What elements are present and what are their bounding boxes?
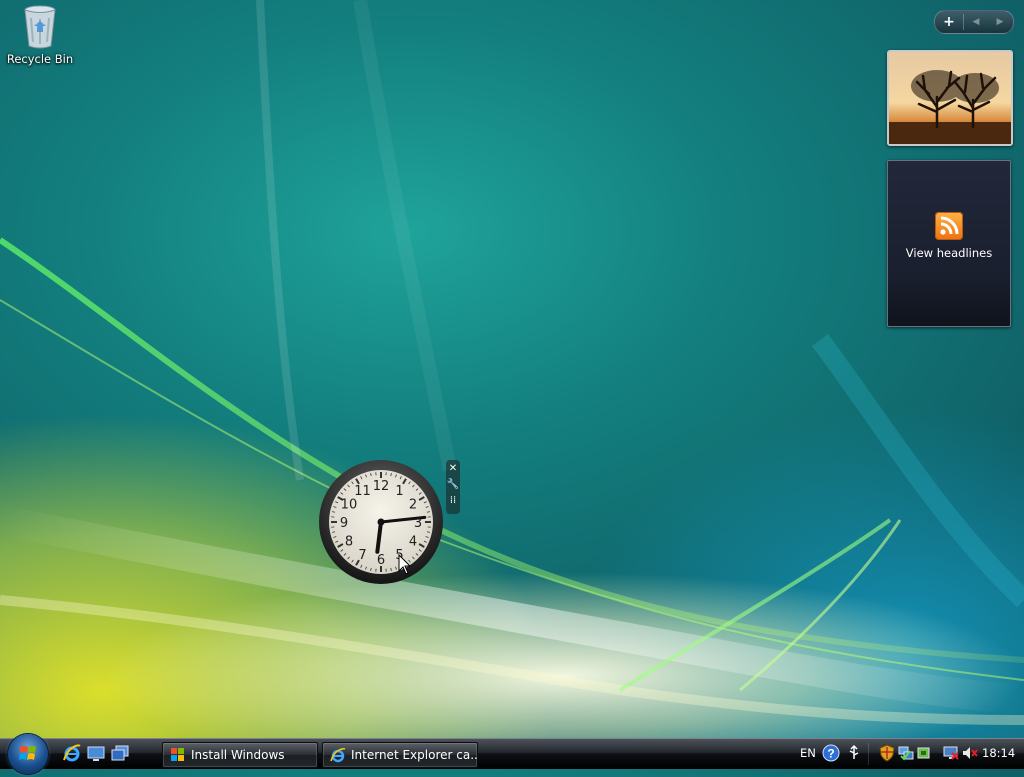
switch-windows-icon[interactable]: [110, 743, 130, 763]
clock-numeral: 12: [373, 479, 390, 494]
clock-numeral: 9: [340, 516, 348, 531]
clock-gadget[interactable]: 121234567891011: [318, 459, 444, 585]
desktop-icon-recycle-bin[interactable]: Recycle Bin: [6, 2, 74, 66]
monitor-x-icon[interactable]: [942, 744, 960, 762]
taskbar-clock[interactable]: 18:14: [982, 746, 1015, 760]
rss-icon: [935, 212, 963, 240]
taskbar-button-label: Internet Explorer ca...: [351, 748, 478, 762]
sidebar-prev-button[interactable]: ◀: [964, 17, 988, 27]
sidebar-next-button[interactable]: ▶: [988, 17, 1012, 27]
clock-numeral: 10: [341, 498, 358, 513]
slideshow-gadget[interactable]: [887, 50, 1013, 146]
clock-numeral: 8: [345, 535, 353, 550]
network-icon[interactable]: [897, 744, 915, 762]
power-icon[interactable]: [915, 744, 933, 762]
clock-gadget-tools: ✕ 🔧 ⁞⁞: [446, 460, 460, 514]
show-desktop-icon[interactable]: [86, 743, 106, 763]
volume-muted-icon[interactable]: [961, 744, 979, 762]
sidebar-controls: + ◀ ▶: [934, 10, 1014, 34]
clock-numeral: 11: [354, 484, 371, 499]
view-headlines-label: View headlines: [888, 246, 1010, 260]
close-icon[interactable]: ✕: [446, 460, 460, 476]
add-gadget-button[interactable]: +: [935, 14, 964, 30]
mouse-cursor-icon: [398, 554, 412, 579]
security-shield-icon[interactable]: [878, 744, 896, 762]
windows-start-orb-icon[interactable]: [8, 734, 48, 774]
trees-photo: [889, 52, 1011, 144]
internet-explorer-icon: [330, 747, 346, 763]
taskbar-button-internet-explorer[interactable]: Internet Explorer ca...: [322, 742, 478, 768]
clock-numeral: 2: [409, 498, 417, 513]
taskbar-button-install-windows[interactable]: Install Windows: [162, 742, 318, 768]
wrench-icon[interactable]: 🔧: [446, 476, 460, 492]
clock-numeral: 7: [358, 548, 366, 563]
svg-text:?: ?: [827, 747, 834, 761]
taskbar: Install Windows Internet Explorer ca... …: [0, 738, 1024, 769]
tray-separator: [868, 743, 869, 765]
language-indicator[interactable]: EN: [800, 746, 816, 760]
recycle-bin-label: Recycle Bin: [6, 52, 74, 66]
clock-center: [378, 519, 385, 526]
usb-icon[interactable]: [845, 744, 863, 762]
drag-grip-icon[interactable]: ⁞⁞: [446, 492, 460, 508]
internet-explorer-icon[interactable]: [62, 743, 82, 763]
help-icon[interactable]: ?: [822, 744, 840, 762]
wallpaper-swooshes: [0, 0, 1024, 768]
windows-logo-icon: [170, 747, 186, 763]
feed-headlines-gadget[interactable]: View headlines: [887, 160, 1011, 327]
recycle-bin-icon: [20, 2, 60, 50]
taskbar-button-label: Install Windows: [191, 748, 285, 762]
clock-numeral: 6: [377, 553, 385, 568]
clock-numeral: 4: [409, 535, 417, 550]
clock-numeral: 1: [395, 484, 403, 499]
